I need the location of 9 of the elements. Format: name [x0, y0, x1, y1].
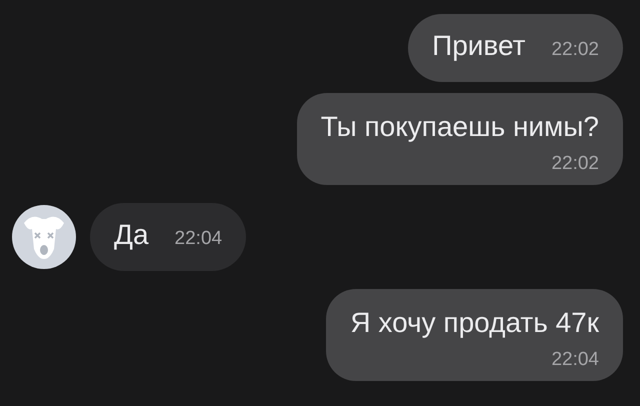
message-time: 22:04 — [551, 348, 599, 372]
message-text: Да — [114, 218, 149, 252]
message-text: Привет — [432, 29, 526, 63]
message-time: 22:02 — [551, 152, 599, 176]
message-text: Ты покупаешь нимы? — [320, 110, 599, 144]
message-time: 22:02 — [551, 38, 599, 62]
dog-avatar-icon — [12, 205, 76, 269]
message-text: Я хочу продать 47к — [350, 306, 599, 340]
message-time: 22:04 — [174, 227, 222, 251]
